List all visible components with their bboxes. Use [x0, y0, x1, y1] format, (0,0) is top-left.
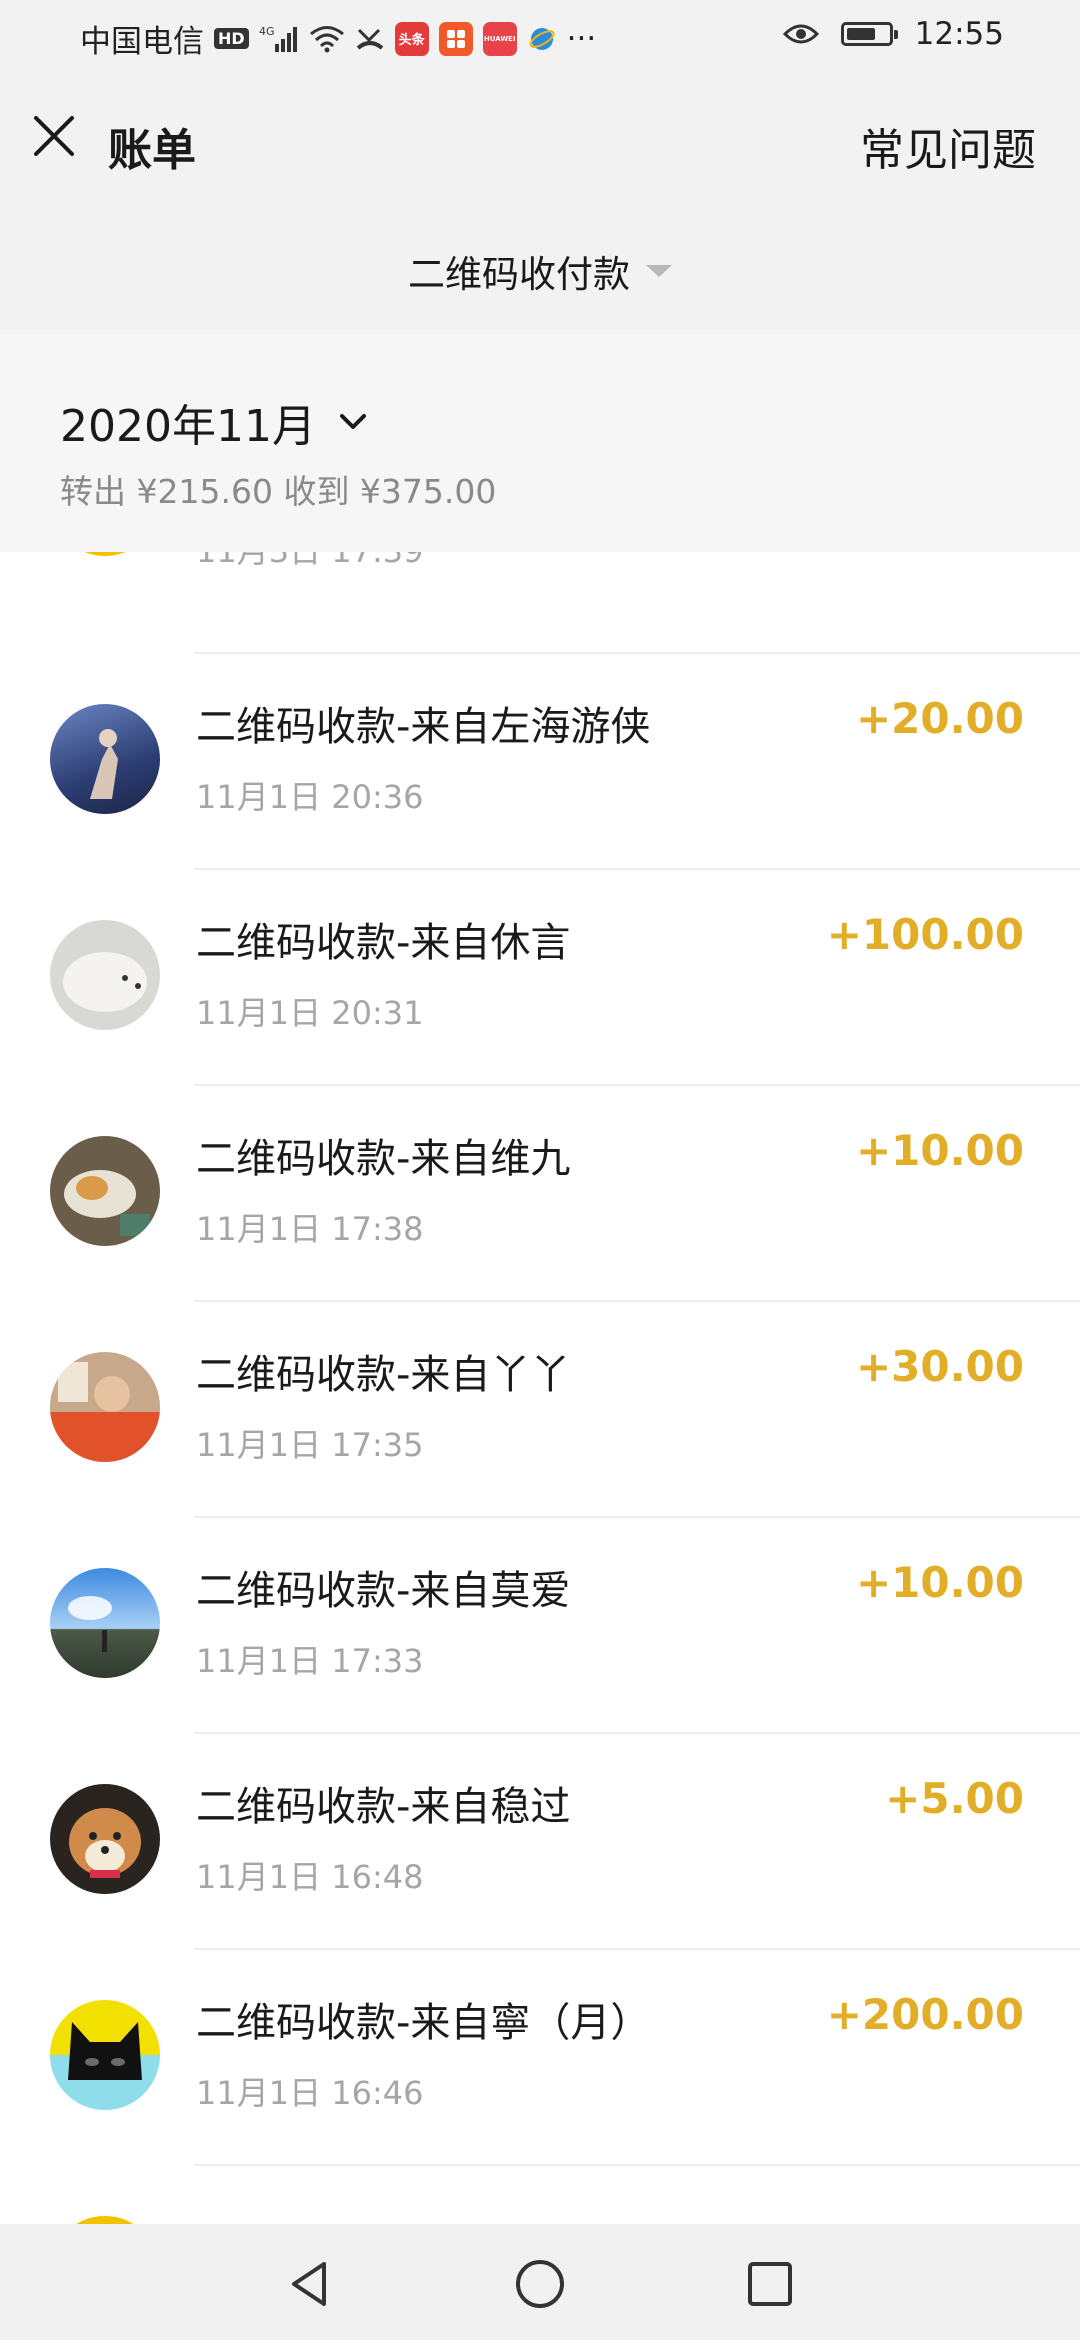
- transaction-amount: +200.00: [826, 1990, 1024, 2039]
- transaction-title: 二维码收款-来自丫丫: [196, 1352, 571, 1398]
- list-item[interactable]: 二维码收款-来自稳过 11月1日 16:48 +5.00: [0, 1732, 1080, 1948]
- back-button[interactable]: [280, 2254, 340, 2314]
- month-summary: 转出 ¥215.60 收到 ¥375.00: [60, 472, 497, 511]
- transaction-time: 11月1日 17:33: [196, 1642, 424, 1680]
- more-notifications-icon: ···: [566, 20, 597, 57]
- list-item[interactable]: 二维码收款-来自休言 11月1日 20:31 +100.00: [0, 868, 1080, 1084]
- transaction-list: 11月3日 17:39 二维码收款-来自左海游侠 11月1日 20:36 +20…: [0, 552, 1080, 2224]
- transaction-time: 11月1日 20:31: [196, 994, 424, 1032]
- caret-down-icon: [646, 265, 672, 277]
- recents-square-icon: [748, 2262, 792, 2306]
- signal-icon: 4G: [259, 24, 299, 54]
- missed-call-icon: [355, 24, 385, 54]
- hd-icon: HD: [214, 28, 249, 49]
- page-title: 账单: [108, 125, 196, 176]
- list-item[interactable]: 二维码收款-来自维九 11月1日 17:38 +10.00: [0, 1084, 1080, 1300]
- huawei-icon: HUAWEI: [482, 21, 517, 56]
- transaction-amount: +100.00: [826, 910, 1024, 959]
- transaction-time: 11月1日 16:48: [196, 1858, 424, 1896]
- status-left: 中国电信 HD 4G 头条 HUAWEI ···: [80, 16, 596, 61]
- list-item[interactable]: 二维码收款-来自丫丫 11月1日 17:35 +30.00: [0, 1300, 1080, 1516]
- month-header: 2020年11月 转出 ¥215.60 收到 ¥375.00: [0, 330, 1080, 552]
- transaction-amount: +20.00: [855, 694, 1024, 743]
- status-bar: 中国电信 HD 4G 头条 HUAWEI ··· 12:55: [0, 0, 1080, 72]
- avatar: [50, 1784, 160, 1894]
- avatar: [50, 552, 160, 556]
- avatar: [50, 1352, 160, 1462]
- transaction-title: 二维码收款-来自莫爱: [196, 1568, 571, 1614]
- clock: 12:55: [914, 16, 1004, 52]
- avatar: [50, 920, 160, 1030]
- type-filter[interactable]: 二维码收付款: [0, 212, 1080, 330]
- list-item[interactable]: 11月3日 17:39: [0, 552, 1080, 610]
- month-label: 2020年11月: [60, 401, 316, 452]
- avatar: [50, 2000, 160, 2110]
- transaction-title: 二维码收款-来自维九: [196, 1136, 571, 1182]
- avatar: [50, 1568, 160, 1678]
- transaction-time: 11月1日 17:38: [196, 1210, 424, 1248]
- list-item[interactable]: [0, 2164, 1080, 2224]
- toutiao-icon: 头条: [394, 21, 429, 56]
- transaction-title: 二维码收款-来自稳过: [196, 1784, 571, 1830]
- browser-icon: [527, 24, 557, 54]
- app-icon: [438, 21, 473, 56]
- carrier-label: 中国电信: [80, 24, 204, 60]
- transaction-amount: +30.00: [855, 1342, 1024, 1391]
- recents-button[interactable]: [740, 2254, 800, 2314]
- transaction-amount: +10.00: [855, 1558, 1024, 1607]
- wifi-icon: [309, 25, 345, 53]
- back-triangle-icon: [292, 2262, 326, 2306]
- close-icon: [34, 116, 74, 156]
- filter-label: 二维码收付款: [408, 253, 630, 296]
- transaction-time: 11月1日 17:35: [196, 1426, 424, 1464]
- close-button[interactable]: [26, 108, 82, 164]
- transaction-amount: +5.00: [885, 1774, 1024, 1823]
- chevron-down-icon: [339, 414, 366, 429]
- avatar: [50, 2216, 160, 2224]
- transaction-title: 二维码收款-来自左海游侠: [196, 704, 651, 750]
- svg-text:4G: 4G: [259, 25, 275, 38]
- list-item[interactable]: 二维码收款-来自左海游侠 11月1日 20:36 +20.00: [0, 652, 1080, 868]
- eye-icon: [782, 22, 819, 46]
- list-item[interactable]: 二维码收款-来自莫爱 11月1日 17:33 +10.00: [0, 1516, 1080, 1732]
- transaction-title: 二维码收款-来自休言: [196, 920, 571, 966]
- avatar: [50, 1136, 160, 1246]
- transaction-time: 11月1日 20:36: [196, 778, 424, 816]
- avatar: [50, 704, 160, 814]
- faq-link[interactable]: 常见问题: [860, 114, 1036, 178]
- home-button[interactable]: [510, 2254, 570, 2314]
- transaction-time: 11月1日 16:46: [196, 2074, 424, 2112]
- month-selector[interactable]: 2020年11月: [60, 390, 370, 454]
- status-right: 12:55: [782, 16, 1004, 52]
- home-circle-icon: [516, 2260, 564, 2308]
- battery-icon: [840, 22, 898, 46]
- transaction-time: 11月3日 17:39: [196, 552, 423, 572]
- transaction-title: 二维码收款-来自寧（月）: [196, 2000, 651, 2046]
- list-item[interactable]: 二维码收款-来自寧（月） 11月1日 16:46 +200.00: [0, 1948, 1080, 2164]
- system-nav-bar: [0, 2224, 1080, 2340]
- transaction-amount: +10.00: [855, 1126, 1024, 1175]
